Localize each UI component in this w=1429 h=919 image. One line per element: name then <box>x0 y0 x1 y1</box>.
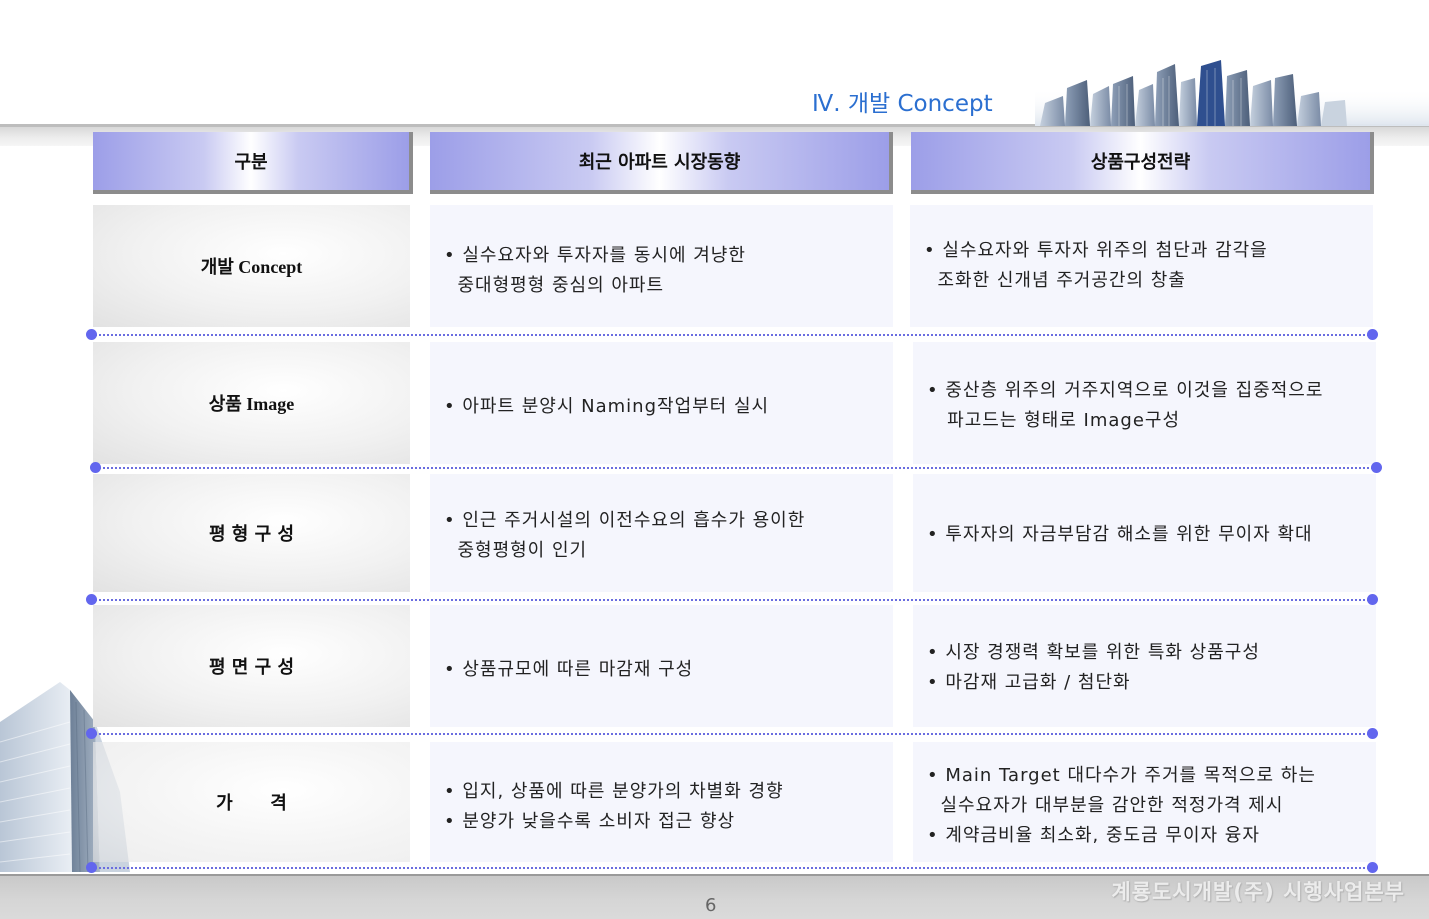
bullet-list: • 투자자의 자금부담감 해소를 위한 무이자 확대 <box>927 520 1313 550</box>
bullet-list: • 실수요자와 투자자를 동시에 겨냥한 중대형평형 중심의 아파트 <box>444 241 746 301</box>
bullet-list: • 시장 경쟁력 확보를 위한 특화 상품구성 • 마감재 고급화 / 첨단화 <box>927 638 1260 698</box>
bullet-item: • 인근 주거시설의 이전수요의 흡수가 용이한 <box>444 510 806 531</box>
trend-cell: • 입지, 상품에 따른 분양가의 차별화 경향 • 분양가 낮을수록 소비자 … <box>430 742 893 862</box>
row-separator <box>92 334 1373 336</box>
bullet-list: • 입지, 상품에 따른 분양가의 차별화 경향 • 분양가 낮을수록 소비자 … <box>444 777 784 837</box>
row-label-text: 평 면 구 성 <box>208 657 295 678</box>
footer-organization: 계룡도시개발(주) 시행사업본부 <box>1111 880 1405 904</box>
bullet-item: 중대형평형 중심의 아파트 <box>444 275 665 296</box>
row-label-text: 개발 Concept <box>200 257 303 277</box>
strategy-cell: • 중산층 위주의 거주지역으로 이것을 집중적으로 파고드는 형태로 Imag… <box>913 342 1376 464</box>
bullet-item: • Main Target 대다수가 주거를 목적으로 하는 <box>927 765 1316 786</box>
separator-dot <box>1367 594 1378 605</box>
separator-dot <box>90 462 101 473</box>
trend-cell: • 실수요자와 투자자를 동시에 겨냥한 중대형평형 중심의 아파트 <box>430 205 893 327</box>
bullet-item: • 분양가 낮을수록 소비자 접근 향상 <box>444 811 736 832</box>
separator-dot <box>1367 728 1378 739</box>
bullet-item: 중형평형이 인기 <box>444 540 588 561</box>
bullet-item: • 실수요자와 투자자를 동시에 겨냥한 <box>444 245 746 266</box>
separator-dot <box>1371 462 1382 473</box>
bullet-item: 파고드는 형태로 Image구성 <box>927 410 1181 431</box>
row-separator <box>96 467 1377 469</box>
row-label-concept: 개발 Concept <box>93 205 410 327</box>
row-label-text: 가 격 <box>216 793 287 814</box>
row-label-text: 평 형 구 성 <box>208 524 295 545</box>
bullet-list: • 실수요자와 투자자 위주의 첨단과 감각을 조화한 신개념 주거공간의 창출 <box>924 236 1268 296</box>
trend-cell: • 상품규모에 따른 마감재 구성 <box>430 605 893 727</box>
city-skyline-image <box>1035 60 1429 126</box>
bullet-item: • 실수요자와 투자자 위주의 첨단과 감각을 <box>924 240 1268 261</box>
separator-dot <box>1367 329 1378 340</box>
trend-cell: • 인근 주거시설의 이전수요의 흡수가 용이한 중형평형이 인기 <box>430 474 893 592</box>
separator-dot <box>86 728 97 739</box>
bullet-item: • 입지, 상품에 따른 분양가의 차별화 경향 <box>444 781 784 802</box>
bullet-item: • 상품규모에 따른 마감재 구성 <box>444 659 694 680</box>
header-product-strategy: 상품구성전략 <box>911 132 1374 194</box>
row-label-floor-plan: 평 면 구 성 <box>93 605 410 727</box>
bullet-item: • 마감재 고급화 / 첨단화 <box>927 672 1131 693</box>
bullet-list: • 상품규모에 따른 마감재 구성 <box>444 655 693 685</box>
row-separator <box>92 867 1373 869</box>
bullet-item: • 아파트 분양시 Naming작업부터 실시 <box>444 396 770 417</box>
bullet-item: 조화한 신개념 주거공간의 창출 <box>924 270 1186 291</box>
trend-cell: • 아파트 분양시 Naming작업부터 실시 <box>430 342 893 464</box>
bullet-list: • Main Target 대다수가 주거를 목적으로 하는 실수요자가 대부분… <box>927 761 1316 851</box>
bullet-list: • 인근 주거시설의 이전수요의 흡수가 용이한 중형평형이 인기 <box>444 506 805 566</box>
row-label-unit-size: 평 형 구 성 <box>93 474 410 592</box>
bullet-list: • 중산층 위주의 거주지역으로 이것을 집중적으로 파고드는 형태로 Imag… <box>927 376 1323 436</box>
strategy-cell: • 시장 경쟁력 확보를 위한 특화 상품구성 • 마감재 고급화 / 첨단화 <box>913 605 1376 727</box>
bullet-item: 실수요자가 대부분을 감안한 적정가격 제시 <box>927 795 1284 816</box>
header-market-trend: 최근 아파트 시장동향 <box>430 132 893 194</box>
separator-dot <box>86 862 97 873</box>
bullet-item: • 시장 경쟁력 확보를 위한 특화 상품구성 <box>927 642 1260 663</box>
row-separator <box>92 599 1373 601</box>
bullet-list: • 아파트 분양시 Naming작업부터 실시 <box>444 392 769 422</box>
row-separator <box>92 733 1373 735</box>
strategy-cell: • Main Target 대다수가 주거를 목적으로 하는 실수요자가 대부분… <box>913 742 1376 862</box>
strategy-cell: • 실수요자와 투자자 위주의 첨단과 감각을 조화한 신개념 주거공간의 창출 <box>910 205 1373 327</box>
separator-dot <box>1367 862 1378 873</box>
row-label-image: 상품 Image <box>93 342 410 464</box>
bullet-item: • 중산층 위주의 거주지역으로 이것을 집중적으로 <box>927 380 1324 401</box>
separator-dot <box>86 329 97 340</box>
row-label-text: 상품 Image <box>208 394 295 414</box>
row-label-price: 가 격 <box>93 742 410 862</box>
separator-dot <box>86 594 97 605</box>
bullet-item: • 계약금비율 최소화, 중도금 무이자 융자 <box>927 825 1260 846</box>
page-title: Ⅳ. 개발 Concept <box>812 91 993 117</box>
strategy-cell: • 투자자의 자금부담감 해소를 위한 무이자 확대 <box>913 474 1376 592</box>
bullet-item: • 투자자의 자금부담감 해소를 위한 무이자 확대 <box>927 524 1313 545</box>
header-category: 구분 <box>93 132 413 194</box>
page-number: 6 <box>705 895 717 916</box>
